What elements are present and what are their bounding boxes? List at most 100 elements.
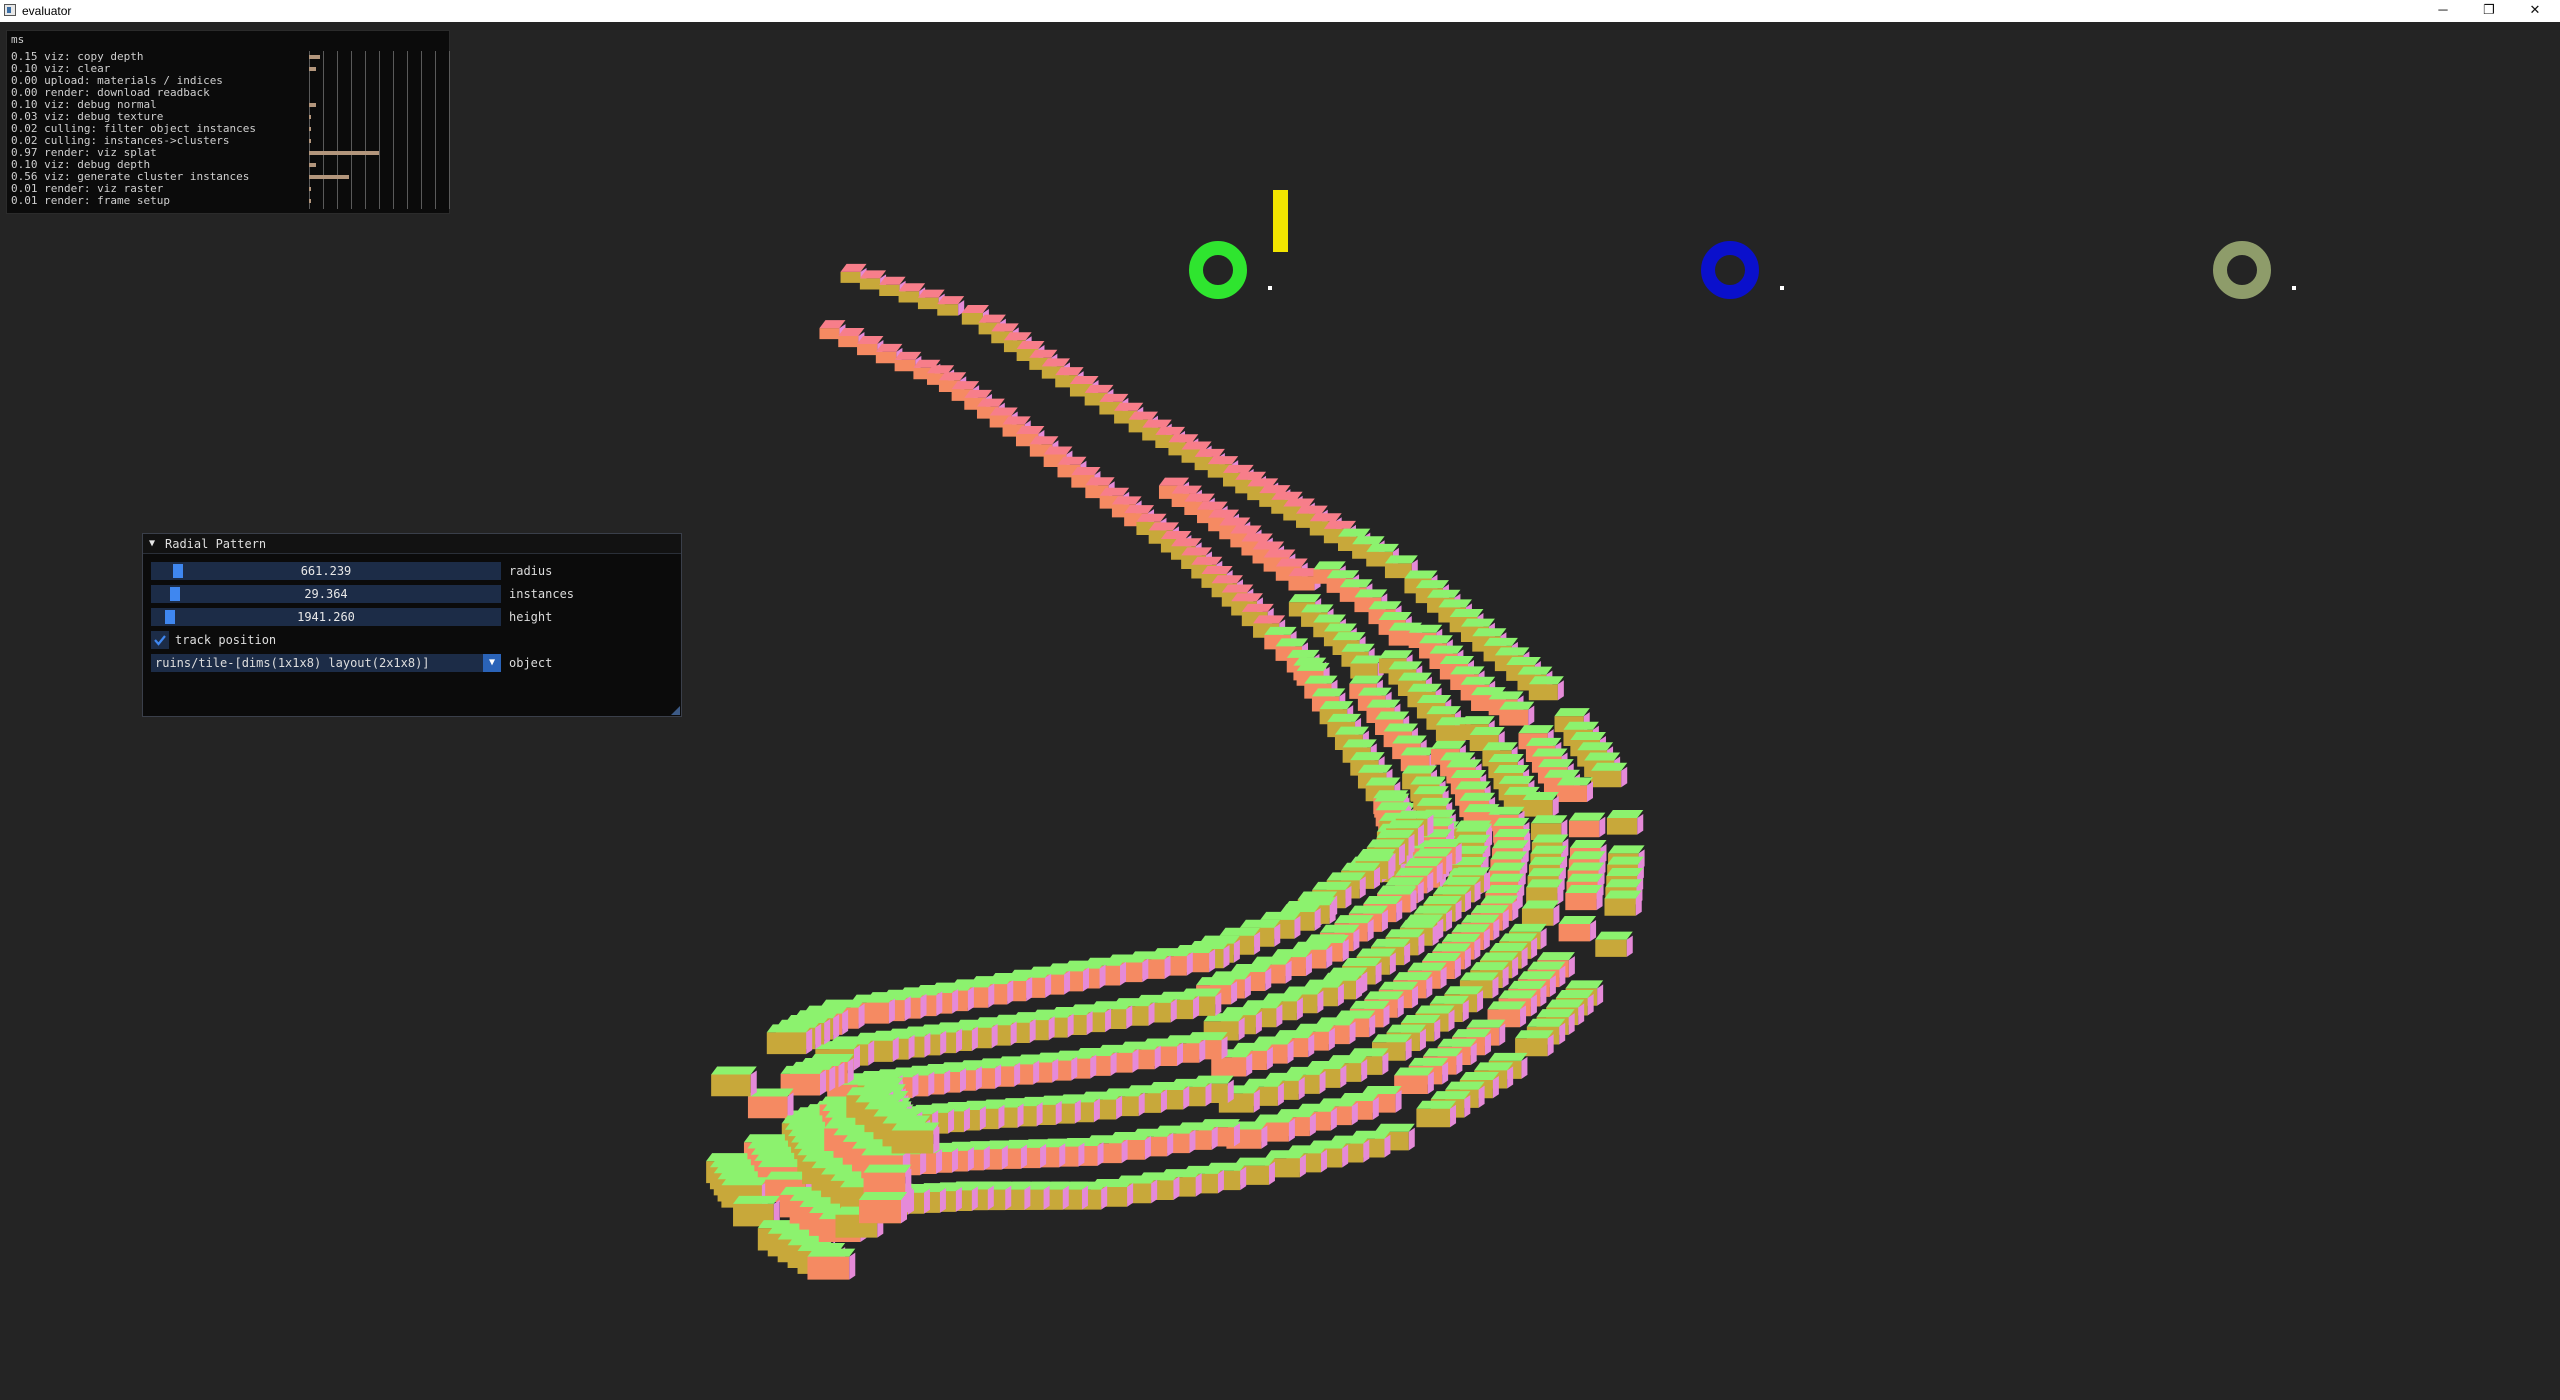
tile-side-face (971, 1186, 978, 1212)
tile-side-face (1033, 1060, 1040, 1085)
tile-top-face (1487, 1001, 1527, 1010)
tile-side-face (1067, 1013, 1074, 1038)
height-slider[interactable]: 1941.260 (151, 608, 501, 626)
tile-front-face (1591, 770, 1622, 788)
tile-side-face (1189, 1129, 1196, 1154)
object-combo[interactable]: ruins/tile-[dims(1x1x8) layout(2x1x8)] ▼ (151, 654, 501, 672)
tile-top-face (1606, 809, 1644, 818)
tile-front-face (898, 291, 920, 303)
tile-top-face (1493, 764, 1530, 773)
tile-top-face (1413, 786, 1449, 795)
tile-side-face (1231, 981, 1238, 1005)
tile-top-face (1424, 838, 1462, 847)
tile-front-face (838, 336, 859, 348)
tile-top-face (1366, 839, 1405, 848)
radius-slider[interactable]: 661.239 (151, 562, 501, 580)
instances-label: instances (509, 587, 575, 601)
tile-top-face (1528, 676, 1564, 685)
tile-top-face (1342, 739, 1377, 748)
tile-top-face (1517, 666, 1553, 675)
tile-front-face (894, 359, 916, 372)
tile-top-face (1526, 1018, 1566, 1027)
tile-side-face (1183, 1086, 1190, 1110)
tile-side-face (1160, 1089, 1167, 1113)
tile-top-face (1459, 972, 1499, 981)
tile-side-face (1036, 1102, 1043, 1127)
profiler-bar (309, 199, 311, 203)
tile-side-face (1540, 927, 1547, 950)
tile-side-face (936, 1149, 943, 1174)
tile-top-face (1365, 777, 1401, 786)
tile-side-face (1319, 1070, 1326, 1094)
tile-side-face (1340, 1065, 1347, 1088)
tile-front-face (819, 328, 840, 340)
profiler-graph (303, 51, 451, 211)
chevron-down-icon[interactable]: ▼ (483, 654, 501, 672)
tile-top-face (1450, 770, 1487, 779)
tile-side-face (1110, 1051, 1117, 1076)
tile-side-face (1052, 1058, 1059, 1083)
tile-top-face (1493, 829, 1531, 838)
tile-top-face (1536, 1009, 1575, 1018)
tile-top-face (1506, 657, 1541, 666)
tile-side-face (1082, 967, 1089, 992)
resize-grip-icon[interactable] (671, 706, 680, 715)
tile-top-face (1452, 1029, 1491, 1038)
tile-top-face (1441, 933, 1481, 942)
tile-side-face (833, 1014, 840, 1040)
tile-side-face (1142, 958, 1149, 983)
tile-top-face (1308, 934, 1349, 943)
tile-side-face (1048, 1016, 1055, 1041)
tile-side-face (1164, 955, 1171, 979)
tile-side-face (1330, 1107, 1337, 1131)
tile-side-face (1101, 1185, 1108, 1210)
minimize-button[interactable]: ─ (2420, 0, 2466, 22)
tile-top-face (1319, 924, 1360, 933)
tile-side-face (1127, 1182, 1134, 1207)
profiler-bar (309, 103, 317, 107)
tile-side-face (1223, 944, 1230, 969)
tile-front-face (1521, 908, 1554, 926)
tile-side-face (1351, 1102, 1358, 1126)
tile-side-face (1590, 920, 1597, 942)
tile-side-face (1209, 948, 1216, 973)
tile-side-face (901, 1196, 907, 1224)
tile-front-face (937, 304, 959, 316)
tile-side-face (1093, 1098, 1100, 1123)
tile-top-face (1470, 905, 1509, 914)
tile-top-face (807, 1248, 856, 1257)
tile-side-face (1240, 1166, 1247, 1191)
tile-side-face (1227, 1079, 1234, 1103)
tile-side-face (1043, 1185, 1050, 1210)
tile-side-face (951, 1148, 958, 1173)
tile-side-face (1199, 1039, 1206, 1063)
tile-side-face (1309, 1113, 1316, 1137)
tile-top-face (1385, 929, 1425, 938)
tile-top-face (1480, 895, 1519, 904)
tile-side-face (1233, 1123, 1240, 1147)
tile-side-face (1277, 1082, 1284, 1106)
maximize-button[interactable]: ❐ (2466, 0, 2512, 22)
collapse-triangle-icon[interactable]: ▼ (149, 538, 155, 549)
tile-side-face (1059, 1143, 1066, 1168)
instances-slider[interactable]: 29.364 (151, 585, 501, 603)
tile-top-face (1432, 943, 1471, 952)
tile-side-face (1557, 680, 1564, 701)
panel-header[interactable]: ▼ Radial Pattern (143, 534, 681, 554)
height-value: 1941.260 (297, 610, 355, 624)
tile-top-face (733, 1195, 780, 1204)
title-bar: evaluator ─ ❐ ✕ (0, 0, 2560, 22)
graph-gridline (393, 51, 394, 209)
close-button[interactable]: ✕ (2512, 0, 2558, 22)
tile-side-face (920, 1150, 927, 1176)
tile-side-face (1005, 1185, 1012, 1211)
tile-side-face (1064, 970, 1071, 995)
tile-top-face (1472, 628, 1507, 637)
tile-top-face (1370, 938, 1411, 947)
tile-side-face (1361, 1059, 1368, 1082)
tile-side-face (892, 1036, 899, 1062)
tile-side-face (924, 1032, 931, 1058)
tile-top-face (1357, 764, 1393, 773)
track-position-checkbox[interactable] (151, 631, 169, 649)
tile-side-face (1321, 1149, 1328, 1173)
